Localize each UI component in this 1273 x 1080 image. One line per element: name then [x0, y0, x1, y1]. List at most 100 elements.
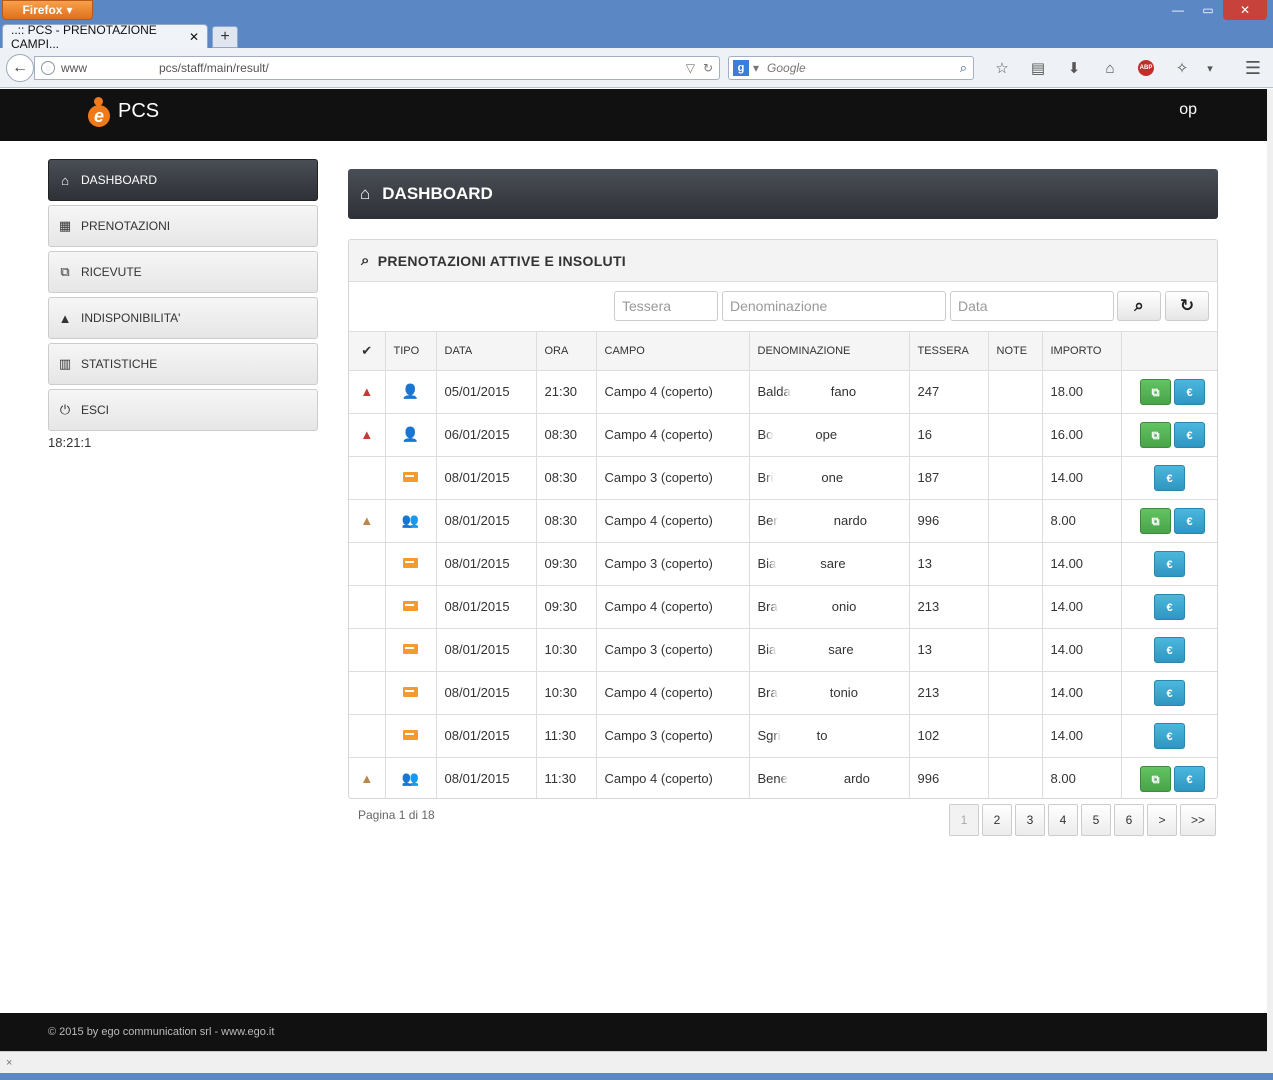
- table-row[interactable]: 08/01/2015 11:30 Campo 3 (coperto) Sgri to 10…: [349, 714, 1217, 758]
- table-row[interactable]: ▲ 👥 08/01/2015 11:30 Campo 4 (coperto) Bene ar…: [349, 757, 1217, 798]
- column-header: DENOMINAZIONE: [749, 332, 910, 371]
- redacted-text: [773, 471, 822, 486]
- page-button[interactable]: 5: [1081, 804, 1111, 836]
- table-row[interactable]: 08/01/2015 10:30 Campo 4 (coperto) Bra tonio…: [349, 671, 1217, 715]
- search-icon[interactable]: ⌕: [960, 60, 967, 76]
- campo-cell: Campo 3 (coperto): [596, 456, 750, 500]
- reading-list-icon[interactable]: ▤: [1020, 56, 1056, 80]
- card-icon: [403, 558, 418, 568]
- data-input[interactable]: [950, 291, 1114, 321]
- pay-button[interactable]: €: [1174, 378, 1205, 405]
- receipt-button[interactable]: ⧉: [1140, 765, 1171, 792]
- reset-button[interactable]: ↻: [1165, 291, 1209, 321]
- status-cell: ▲: [349, 757, 386, 798]
- tab-close-icon[interactable]: ✕: [189, 30, 199, 44]
- tessera-input[interactable]: [614, 291, 718, 321]
- denominazione-end: ope: [815, 426, 838, 442]
- row-actions: €: [1121, 456, 1217, 500]
- search-engine-caret-icon[interactable]: ▾: [753, 61, 759, 75]
- new-tab-button[interactable]: +: [212, 26, 238, 48]
- campo-cell: Campo 4 (coperto): [596, 370, 750, 414]
- page-button[interactable]: 3: [1015, 804, 1045, 836]
- back-button[interactable]: ←: [6, 54, 34, 82]
- tipo-cell: [385, 456, 437, 500]
- note-cell: [988, 542, 1043, 586]
- extension-icon[interactable]: ✧: [1164, 56, 1200, 80]
- denominazione-start: Bo: [757, 426, 774, 442]
- pay-button[interactable]: €: [1174, 765, 1205, 792]
- table-row[interactable]: ▲ 👥 08/01/2015 08:30 Campo 4 (coperto) Ber nar…: [349, 499, 1217, 543]
- redacted-text: [780, 729, 817, 744]
- receipt-button[interactable]: ⧉: [1140, 378, 1171, 405]
- download-icon[interactable]: ⬇: [1056, 56, 1092, 80]
- importo-cell: 14.00: [1042, 628, 1122, 672]
- pay-button[interactable]: €: [1174, 421, 1205, 448]
- home-icon[interactable]: ⌂: [1092, 56, 1128, 80]
- tessera-cell: 102: [909, 714, 989, 758]
- bookmark-star-icon[interactable]: ☆: [984, 56, 1020, 80]
- table-row[interactable]: 08/01/2015 08:30 Campo 3 (coperto) Bri one 18…: [349, 456, 1217, 500]
- page-button[interactable]: 6: [1114, 804, 1144, 836]
- extension-caret-icon[interactable]: ▾: [1200, 56, 1220, 80]
- sidebar-item-ricevute[interactable]: ⧉ RICEVUTE: [48, 251, 318, 293]
- firefox-menu-button[interactable]: Firefox ▾: [2, 0, 93, 20]
- denominazione-start: Bra: [757, 684, 778, 700]
- pay-button[interactable]: €: [1154, 722, 1185, 749]
- pay-button[interactable]: €: [1154, 679, 1185, 706]
- sidebar-item-prenotazioni[interactable]: ▦ PRENOTAZIONI: [48, 205, 318, 247]
- window-close-icon[interactable]: ✕: [1223, 0, 1267, 20]
- page-button[interactable]: 2: [982, 804, 1012, 836]
- search-bar[interactable]: g ▾ Google ⌕: [728, 56, 974, 80]
- sidebar-item-statistiche[interactable]: ▥ STATISTICHE: [48, 343, 318, 385]
- url-bar[interactable]: ◌ www pcs/staff/main/result/ ▽ ↻: [34, 56, 720, 80]
- redacted-text: [776, 643, 829, 658]
- page-button[interactable]: 1: [949, 804, 979, 836]
- sidebar-item-esci[interactable]: ⏻ ESCI: [48, 389, 318, 431]
- minimize-icon[interactable]: —: [1163, 0, 1193, 20]
- status-cell: ▲: [349, 413, 386, 457]
- page-button[interactable]: >: [1147, 804, 1177, 836]
- receipt-button[interactable]: ⧉: [1140, 507, 1171, 534]
- google-engine-icon[interactable]: g: [733, 60, 749, 76]
- denominazione-end: sare: [828, 641, 854, 657]
- sidebar-item-dashboard[interactable]: ⌂ DASHBOARD: [48, 159, 318, 201]
- app-logo[interactable]: e PCS: [88, 97, 159, 127]
- table-row[interactable]: 08/01/2015 09:30 Campo 3 (coperto) Bia sare 1…: [349, 542, 1217, 586]
- data-cell: 08/01/2015: [436, 714, 537, 758]
- hamburger-menu-icon[interactable]: ☰: [1241, 56, 1265, 80]
- data-cell: 08/01/2015: [436, 757, 537, 798]
- table-row[interactable]: 08/01/2015 10:30 Campo 3 (coperto) Bia sare 1…: [349, 628, 1217, 672]
- status-close-icon[interactable]: ×: [6, 1057, 12, 1069]
- adblock-icon[interactable]: ABP: [1138, 60, 1154, 76]
- table-row[interactable]: 08/01/2015 09:30 Campo 4 (coperto) Bra onio 2…: [349, 585, 1217, 629]
- user-name[interactable]: op: [1179, 101, 1197, 119]
- reload-icon[interactable]: ↻: [703, 61, 713, 75]
- table-row[interactable]: ▲ 👤 05/01/2015 21:30 Campo 4 (coperto) Balda f…: [349, 370, 1217, 414]
- importo-cell: 18.00: [1042, 370, 1122, 414]
- denominazione-cell: Bri one: [749, 456, 910, 500]
- page-button[interactable]: >>: [1180, 804, 1216, 836]
- pay-button[interactable]: €: [1154, 550, 1185, 577]
- page-info: Pagina 1 di 18: [358, 808, 435, 822]
- pay-button[interactable]: €: [1154, 464, 1185, 491]
- denominazione-start: Ber: [757, 512, 778, 528]
- redacted-text: [777, 600, 832, 615]
- pay-button[interactable]: €: [1154, 593, 1185, 620]
- url-dropdown-icon[interactable]: ▽: [686, 61, 695, 75]
- sidebar-item-indisponibilita[interactable]: ▲ INDISPONIBILITA': [48, 297, 318, 339]
- receipt-button[interactable]: ⧉: [1140, 421, 1171, 448]
- page-button[interactable]: 4: [1048, 804, 1078, 836]
- pay-button[interactable]: €: [1154, 636, 1185, 663]
- redacted-text: [787, 772, 844, 787]
- denominazione-start: Bene: [757, 770, 788, 786]
- maximize-icon[interactable]: ▭: [1193, 0, 1223, 20]
- pay-button[interactable]: €: [1174, 507, 1205, 534]
- browser-tab[interactable]: ..:: PCS - PRENOTAZIONE CAMPI... ✕: [2, 23, 208, 51]
- denominazione-input[interactable]: [722, 291, 946, 321]
- tipo-cell: [385, 628, 437, 672]
- table-row[interactable]: ▲ 👤 06/01/2015 08:30 Campo 4 (coperto) Bo ope 1…: [349, 413, 1217, 457]
- note-cell: [988, 714, 1043, 758]
- status-cell: [349, 542, 386, 586]
- ora-cell: 10:30: [536, 628, 597, 672]
- search-button[interactable]: ⌕: [1117, 291, 1161, 321]
